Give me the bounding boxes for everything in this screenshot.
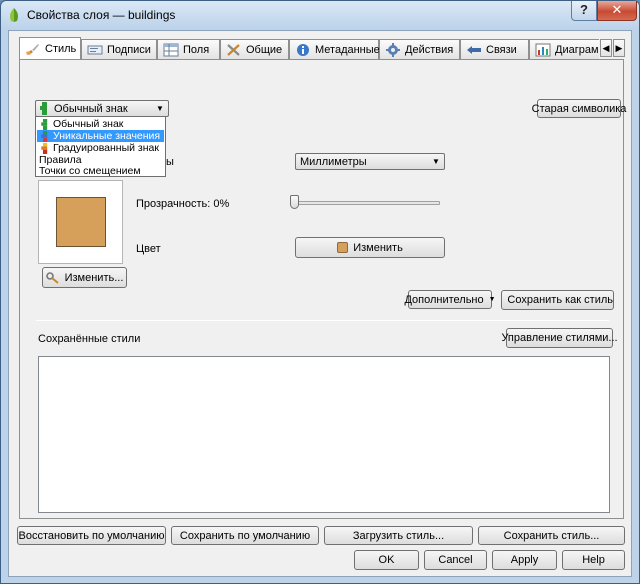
tab-joins[interactable]: Связи — [460, 39, 529, 59]
tab-general[interactable]: Общие — [220, 39, 289, 59]
gear-icon — [386, 42, 400, 57]
transparency-slider-handle[interactable] — [290, 195, 299, 209]
section-separator — [36, 320, 609, 321]
tab-labels[interactable]: Подписи — [81, 39, 157, 59]
tab-metadata[interactable]: Метаданные — [289, 39, 380, 59]
window-close-button[interactable]: ✕ — [597, 1, 637, 21]
renderer-option-point-displacement[interactable]: Точки со смещением — [37, 165, 164, 177]
table-icon — [163, 43, 179, 56]
cancel-button[interactable]: Cancel — [424, 550, 487, 570]
transparency-slider-track[interactable] — [290, 201, 440, 205]
help-button[interactable]: Help — [562, 550, 625, 570]
chevron-down-icon: ▼ — [156, 104, 164, 113]
tab-fields-label: Поля — [183, 43, 210, 56]
paintbrush-icon — [26, 44, 39, 55]
symbol-fill-swatch — [56, 197, 106, 247]
tab-scroll-right-button[interactable]: ▶ — [613, 39, 625, 57]
advanced-menu-button[interactable]: Дополнительно ▼ — [404, 290, 496, 309]
tab-fields[interactable]: Поля — [157, 39, 220, 59]
ok-button[interactable]: OK — [354, 550, 419, 570]
renderer-option-label: Точки со смещением — [39, 165, 141, 177]
tools-icon — [227, 43, 240, 56]
single-symbol-icon — [41, 118, 48, 130]
change-color-button-label: Изменить — [353, 241, 403, 254]
renderer-type-combobox[interactable]: Обычный знак ▼ — [35, 100, 169, 117]
label-icon — [87, 45, 103, 54]
manage-styles-button[interactable]: Управление стилями... — [501, 328, 618, 348]
restore-default-style-button[interactable]: Восстановить по умолчанию — [17, 526, 166, 545]
window-title: Свойства слоя — buildings — [27, 8, 176, 22]
tab-joins-label: Связи — [486, 43, 517, 56]
renderer-option-label: Обычный знак — [53, 118, 124, 130]
layer-properties-dialog: Свойства слоя — buildings ? ✕ Стиль Подп… — [0, 0, 640, 584]
saved-styles-list[interactable] — [38, 356, 610, 513]
change-symbol-button[interactable]: Изменить... — [42, 267, 127, 288]
chevron-down-icon: ▼ — [488, 296, 496, 303]
transparency-label: Прозрачность: 0% — [136, 198, 230, 210]
tab-style-label: Стиль — [45, 43, 77, 55]
load-style-button[interactable]: Загрузить стиль... — [324, 526, 473, 545]
title-bar[interactable]: Свойства слоя — buildings ? ✕ — [1, 1, 639, 29]
renderer-option-categorized[interactable]: Уникальные значения — [37, 130, 164, 142]
tab-diagrams[interactable]: Диаграм — [529, 39, 599, 59]
tab-bar: Стиль Подписи Поля Общие Метаданные Дейс… — [19, 37, 599, 59]
color-label: Цвет — [136, 243, 161, 255]
renderer-option-label: Уникальные значения — [53, 130, 161, 142]
old-symbology-button[interactable]: Старая символика — [532, 99, 626, 118]
single-symbol-icon — [40, 102, 47, 115]
info-icon — [297, 43, 309, 56]
change-symbol-button-label: Изменить... — [64, 271, 124, 284]
save-as-style-button-label: Сохранить как стиль — [507, 294, 613, 306]
window-help-button[interactable]: ? — [571, 1, 597, 21]
save-default-style-button[interactable]: Сохранить по умолчанию — [171, 526, 319, 545]
units-label: ы — [166, 156, 174, 168]
style-panel-content: Обычный знак ▼ Обычный знак Уникальные з… — [20, 60, 626, 518]
units-value: Миллиметры — [300, 155, 367, 168]
units-combobox[interactable]: Миллиметры ▼ — [295, 153, 445, 170]
qgis-logo-icon — [10, 8, 18, 22]
join-icon — [467, 45, 481, 54]
tab-style[interactable]: Стиль — [19, 37, 81, 59]
saved-styles-label: Сохранённые стили — [38, 333, 141, 345]
tab-actions[interactable]: Действия — [379, 39, 460, 59]
renderer-option-single[interactable]: Обычный знак — [37, 118, 164, 130]
tab-diagrams-label: Диаграм — [555, 43, 599, 56]
categorized-icon — [41, 130, 48, 142]
graduated-icon — [41, 142, 48, 154]
apply-button[interactable]: Apply — [492, 550, 557, 570]
save-style-button[interactable]: Сохранить стиль... — [478, 526, 625, 545]
tab-labels-label: Подписи — [107, 43, 151, 56]
color-chip — [337, 242, 349, 253]
advanced-button-label: Дополнительно — [404, 293, 484, 306]
wrench-icon — [45, 271, 59, 284]
tab-metadata-label: Метаданные — [315, 43, 380, 56]
chevron-down-icon: ▼ — [432, 157, 440, 166]
tab-general-label: Общие — [246, 43, 283, 56]
renderer-type-dropdown-list: Обычный знак Уникальные значения Градуир… — [35, 116, 166, 177]
dialog-client-area: Стиль Подписи Поля Общие Метаданные Дейс… — [8, 30, 632, 577]
renderer-option-label: Градуированный знак — [53, 142, 159, 154]
renderer-option-graduated[interactable]: Градуированный знак — [37, 142, 164, 154]
tab-scroll-left-button[interactable]: ◀ — [600, 39, 612, 57]
change-color-button[interactable]: Изменить — [295, 237, 445, 258]
save-as-style-button[interactable]: Сохранить как стиль — [501, 290, 614, 310]
style-tab-panel: Обычный знак ▼ Обычный знак Уникальные з… — [19, 59, 626, 519]
chart-icon — [535, 43, 551, 56]
symbol-preview — [38, 180, 123, 264]
renderer-type-value: Обычный знак — [54, 102, 128, 115]
tab-actions-label: Действия — [405, 43, 454, 56]
